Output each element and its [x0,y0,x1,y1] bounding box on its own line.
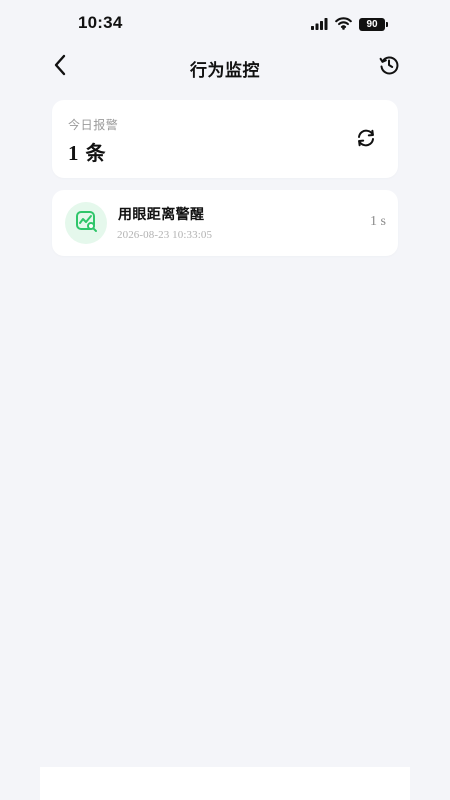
battery-indicator: 90 [359,17,388,31]
alert-duration: 1 s [370,214,386,229]
status-icons: 90 [311,15,388,34]
status-time: 10:34 [78,13,123,32]
page-title: 行为监控 [190,61,260,81]
refresh-icon [354,126,378,154]
today-alert-count-number: 1 [68,141,79,165]
navigation-bar: 行为监控 [40,46,410,88]
alert-title: 用眼距离警醒 [118,207,205,223]
eye-distance-alert-icon [73,208,99,238]
alert-timestamp: 2026-08-23 10:33:05 [117,229,213,241]
today-alert-summary-card: 今日报警 1 条 [52,100,398,178]
history-icon [378,54,400,80]
status-bar: 10:34 90 [40,0,410,46]
today-alert-count: 1 条 [68,137,106,166]
alert-list-item[interactable]: 用眼距离警醒 2026-08-23 10:33:05 1 s [52,190,398,256]
cellular-signal-icon [311,15,328,34]
wifi-icon [335,15,352,34]
today-alert-label: 今日报警 [68,118,119,132]
refresh-button[interactable] [353,127,378,152]
bottom-panel [40,767,410,800]
history-button[interactable] [376,54,402,80]
alert-icon-badge [65,202,107,244]
today-alert-count-unit: 条 [85,141,106,165]
behavior-monitor-screen: 10:34 90 行为监控 今日报警 1 条 用眼距离警醒 2026-08-23… [0,0,450,800]
